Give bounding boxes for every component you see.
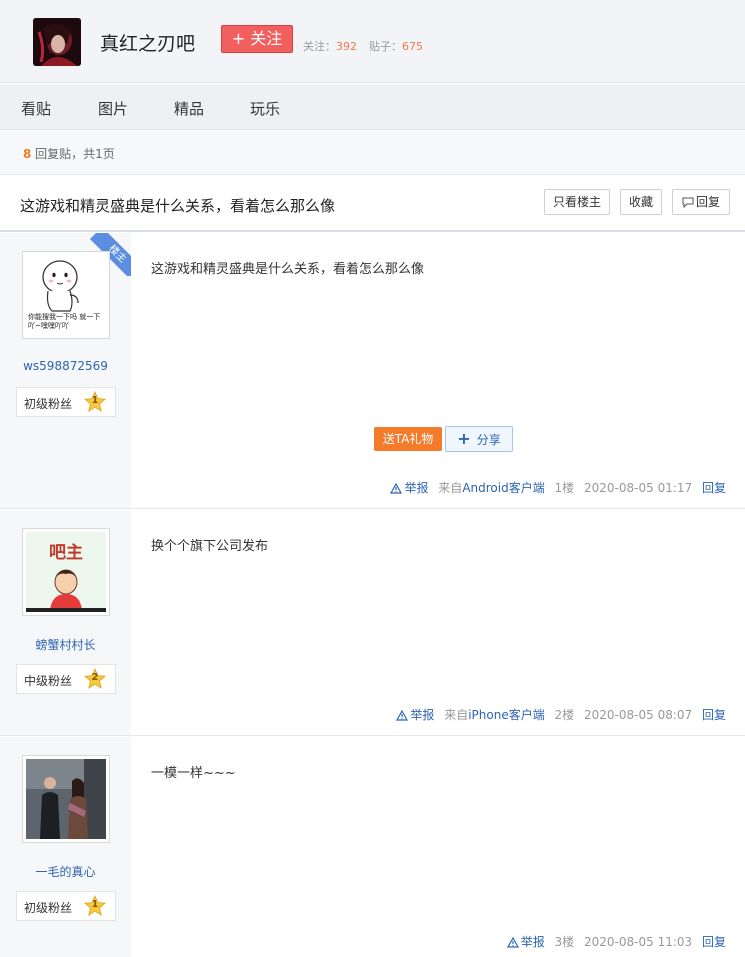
tab-pictures[interactable]: 图片 <box>98 98 128 119</box>
post-2-report-link[interactable]: 举报 <box>396 708 434 722</box>
post-3-level-badge[interactable]: 初级粉丝 1 <box>16 891 116 921</box>
forum-stats: 关注：392 贴子：675 <box>303 38 423 54</box>
tab-featured[interactable]: 精品 <box>174 98 204 119</box>
post-1-report-link[interactable]: 举报 <box>390 481 428 495</box>
post-2: 吧主 螃蟹村村长 中级粉丝 2 换个个旗下公司发布 举报 来自iPhone客户端… <box>0 510 745 736</box>
post-1-level-badge[interactable]: 初级粉丝 1 <box>16 387 116 417</box>
post-3-floor: 3楼 <box>554 935 575 949</box>
post-3-report-link[interactable]: 举报 <box>506 935 545 949</box>
thread-header: 这游戏和精灵盛典是什么关系，看着怎么那么像 只看楼主 收藏 回复 <box>0 176 745 232</box>
post-1-level-name: 初级粉丝 <box>24 397 73 411</box>
warning-icon <box>396 710 409 721</box>
post-1-time: 2020-08-05 01:17 <box>584 481 693 495</box>
post-count-label: 贴子： <box>369 40 402 53</box>
favorite-button[interactable]: 收藏 <box>620 189 662 215</box>
follow-button[interactable]: + 关注 <box>221 25 293 53</box>
only-op-button[interactable]: 只看楼主 <box>544 189 610 215</box>
post-2-level-name: 中级粉丝 <box>24 674 73 688</box>
post-2-content: 换个个旗下公司发布 <box>151 539 269 554</box>
post-3-level-name: 初级粉丝 <box>24 901 73 915</box>
post-1-avatar-caption: 你能搜我一下吗 就一下吖~嘿嘿吖吖 <box>28 313 101 330</box>
star-icon: 1 <box>84 390 106 413</box>
reply-thread-button[interactable]: 回复 <box>672 189 730 215</box>
post-1-meta: 举报 来自Android客户端 1楼 2020-08-05 01:17 回复 <box>390 479 726 496</box>
post-1: 楼主 你能搜我一下吗 就一下吖~嘿嘿吖吖 ws598872569 初级粉丝 1 … <box>0 233 745 509</box>
warning-icon <box>506 937 519 948</box>
reply-thread-label: 回复 <box>695 195 720 209</box>
post-3-username[interactable]: 一毛的真心 <box>0 863 131 880</box>
share-plus-icon: + <box>457 429 471 448</box>
forum-avatar[interactable] <box>33 18 81 66</box>
post-2-level-badge[interactable]: 中级粉丝 2 <box>16 664 116 694</box>
send-gift-button[interactable]: 送TA礼物 <box>374 427 442 451</box>
post-1-username[interactable]: ws598872569 <box>0 359 131 373</box>
thread-title: 这游戏和精灵盛典是什么关系，看着怎么那么像 <box>20 197 336 215</box>
follow-count-label: 关注： <box>303 40 336 53</box>
tab-posts[interactable]: 看贴 <box>21 98 51 119</box>
comment-icon <box>682 197 694 208</box>
post-3: 一毛的真心 初级粉丝 1 一模一样~~~ 举报 3楼 2020-08-05 11… <box>0 737 745 957</box>
post-2-reply-link[interactable]: 回复 <box>702 708 726 722</box>
post-1-avatar[interactable]: 你能搜我一下吗 就一下吖~嘿嘿吖吖 <box>22 251 110 339</box>
forum-header: 真红之刃吧 + 关注 关注：392 贴子：675 <box>0 0 745 83</box>
share-button[interactable]: + 分享 <box>445 426 513 452</box>
reply-count-bar: 8 回复贴，共1页 <box>0 131 745 175</box>
post-1-reply-link[interactable]: 回复 <box>702 481 726 495</box>
forum-nav: 看贴 图片 精品 玩乐 <box>0 84 745 130</box>
forum-avatar-image <box>33 18 81 66</box>
forum-name[interactable]: 真红之刃吧 <box>100 29 195 56</box>
star-icon: 2 <box>84 667 106 690</box>
post-2-avatar[interactable]: 吧主 <box>22 528 110 616</box>
post-3-avatar-image <box>26 759 106 839</box>
post-2-meta: 举报 来自iPhone客户端 2楼 2020-08-05 08:07 回复 <box>396 706 726 723</box>
post-2-username[interactable]: 螃蟹村村长 <box>0 636 131 653</box>
post-2-time: 2020-08-05 08:07 <box>584 708 693 722</box>
post-2-client-link[interactable]: iPhone客户端 <box>468 708 545 722</box>
post-1-client-link[interactable]: Android客户端 <box>462 481 544 495</box>
post-1-content: 这游戏和精灵盛典是什么关系，看着怎么那么像 <box>151 262 425 277</box>
tab-fun[interactable]: 玩乐 <box>250 98 280 119</box>
post-2-floor: 2楼 <box>554 708 575 722</box>
post-2-avatar-image <box>26 569 106 612</box>
star-icon: 1 <box>84 894 106 917</box>
follow-count: 392 <box>336 40 357 53</box>
post-count: 675 <box>402 40 423 53</box>
post-3-content: 一模一样~~~ <box>151 766 236 781</box>
post-3-reply-link[interactable]: 回复 <box>702 935 726 949</box>
post-3-time: 2020-08-05 11:03 <box>584 935 693 949</box>
reply-count-text: 回复贴，共1页 <box>31 147 115 161</box>
post-1-floor: 1楼 <box>554 481 575 495</box>
post-3-meta: 举报 3楼 2020-08-05 11:03 回复 <box>506 933 726 950</box>
post-3-avatar[interactable] <box>22 755 110 843</box>
warning-icon <box>390 483 403 494</box>
